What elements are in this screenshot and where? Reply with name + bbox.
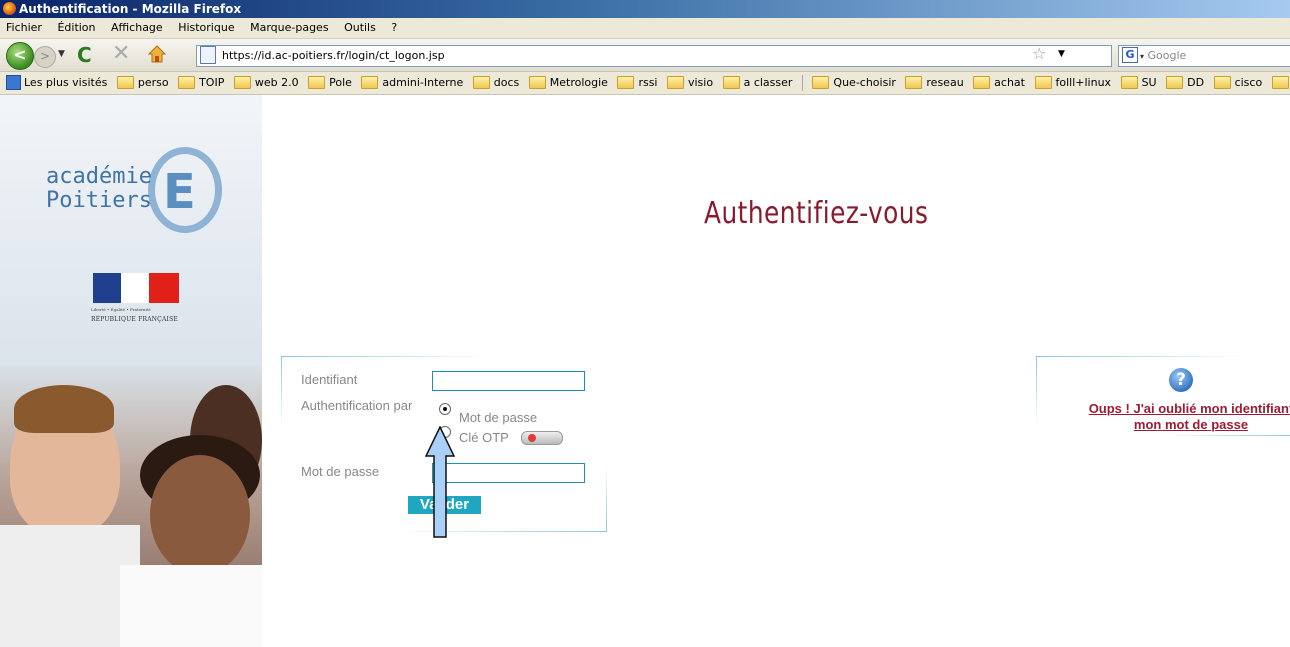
menu-fichier[interactable]: Fichier [4,21,44,34]
bookmark-folder[interactable]: site-uniqu [1271,72,1290,94]
forgot-credentials-link[interactable]: Oups ! J'ai oublié mon identifiant mon m… [1056,401,1290,433]
folder-icon [722,75,740,89]
academie-logo-icon: E [148,147,222,233]
folder-icon [233,75,251,89]
students-photo [0,365,262,647]
bookmark-folder[interactable]: admini-Interne [361,72,463,94]
republic-motto: Liberté • Égalité • Fraternité [91,307,151,312]
bookmark-folder[interactable]: visio [666,72,713,94]
up-arrow-annotation-icon [425,426,455,538]
folder-icon [617,75,635,89]
bookmark-folder[interactable]: docs [472,72,519,94]
bookmark-folder[interactable]: Pole [308,72,352,94]
folder-icon [1213,75,1231,89]
usb-key-icon [521,431,563,445]
bookmarks-toolbar: Les plus visités perso TOIP web 2.0 Pole… [0,72,1290,95]
back-button[interactable]: < [6,42,34,70]
url-dropdown-icon[interactable]: ▼ [1058,49,1065,59]
identifiant-label: Identifiant [301,372,358,387]
page-title: Authentifiez-vous [704,196,929,231]
folder-icon [666,75,684,89]
bookmark-folder[interactable]: a classer [722,72,792,94]
folder-icon [472,75,490,89]
google-icon[interactable]: G [1122,47,1138,63]
password-label: Mot de passe [301,464,380,479]
folder-icon [1034,75,1052,89]
reload-icon[interactable]: C [77,43,92,67]
search-engine-dropdown-icon[interactable]: ▾ [1140,52,1144,61]
marianne-flag-logo [93,273,179,303]
bookmark-separator [801,75,803,91]
bookmark-folder[interactable]: achat [973,72,1025,94]
menu-historique[interactable]: Historique [176,21,236,34]
bookmark-folder[interactable]: cisco [1213,72,1262,94]
help-box: ? Oups ! J'ai oublié mon identifiant mon… [1036,356,1290,436]
url-bar[interactable]: https://id.ac-poitiers.fr/login/ct_logon… [196,45,1112,67]
folder-icon [528,75,546,89]
firefox-icon [3,2,16,15]
page-icon [200,46,216,64]
radio-otp-label: Clé OTP [459,430,509,445]
folder-icon [308,75,326,89]
republique-francaise-text: RÉPUBLIQUE FRANÇAISE [91,316,178,323]
help-question-icon[interactable]: ? [1169,368,1193,392]
menu-affichage[interactable]: Affichage [109,21,165,34]
bookmark-folder[interactable]: SU [1120,72,1157,94]
home-icon[interactable] [148,45,166,63]
bookmark-folder[interactable]: Metrologie [528,72,608,94]
bookmark-folder[interactable]: reseau [905,72,964,94]
radio-password[interactable] [439,403,451,415]
academie-logo-text: académie Poitiers [46,164,152,213]
folder-icon [361,75,379,89]
auth-method-label: Authentification par [301,398,413,413]
radio-password-label: Mot de passe [459,410,538,425]
bookmark-most-visited[interactable]: Les plus visités [6,72,107,94]
bookmark-folder[interactable]: DD [1166,72,1204,94]
menu-bar: Fichier Édition Affichage Historique Mar… [0,18,1290,39]
folder-icon [1271,75,1289,89]
left-brand-panel: E académie Poitiers Liberté • Égalité • … [0,95,262,647]
bookmark-folder[interactable]: folll+linux [1034,72,1111,94]
identifiant-input[interactable] [432,371,585,391]
window-titlebar: Authentification - Mozilla Firefox [0,0,1290,18]
navigation-toolbar: < > ▼ C ✕ https://id.ac-poitiers.fr/logi… [0,39,1290,72]
bookmark-folder[interactable]: Que-choisir [812,72,896,94]
window-title: Authentification - Mozilla Firefox [19,2,242,16]
folder-icon [812,75,830,89]
search-placeholder: Google [1147,49,1187,62]
bookmark-folder[interactable]: perso [116,72,169,94]
forward-button[interactable]: > [34,46,56,68]
folder-icon [905,75,923,89]
menu-outils[interactable]: Outils [342,21,378,34]
folder-icon [178,75,196,89]
url-text: https://id.ac-poitiers.fr/login/ct_logon… [222,49,445,62]
stop-icon[interactable]: ✕ [112,41,130,66]
menu-help[interactable]: ? [389,21,399,34]
bookmark-star-icon[interactable]: ☆ [1032,44,1046,63]
bookmark-folder[interactable]: TOIP [178,72,224,94]
menu-marque-pages[interactable]: Marque-pages [248,21,330,34]
folder-icon [1166,75,1184,89]
bookmark-folder[interactable]: web 2.0 [233,72,299,94]
folder-icon [1120,75,1138,89]
folder-icon [116,75,134,89]
history-dropdown-icon[interactable]: ▼ [58,49,65,59]
menu-edition[interactable]: Édition [55,21,97,34]
folder-icon [973,75,991,89]
search-box[interactable]: G ▾ Google [1118,45,1290,67]
bookmark-folder[interactable]: rssi [617,72,657,94]
most-visited-icon [6,74,21,90]
